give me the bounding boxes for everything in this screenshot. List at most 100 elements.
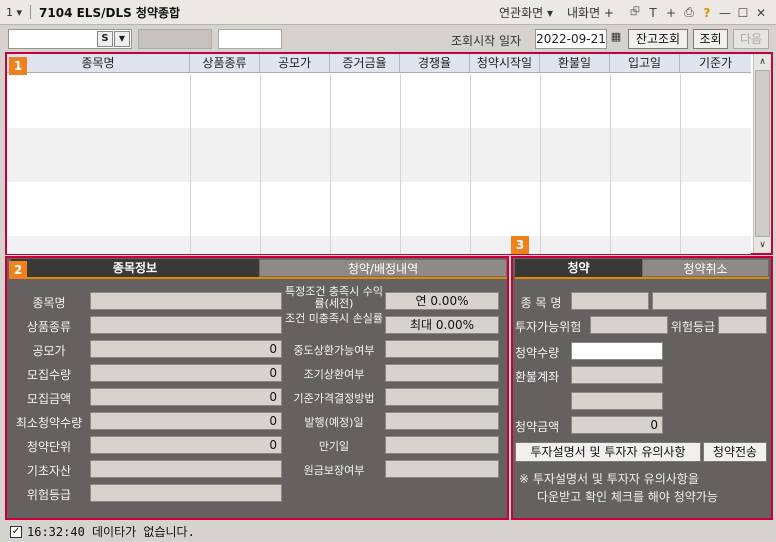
column-divider: [610, 74, 611, 254]
label-order-product-name: 종 목 명: [520, 296, 562, 310]
table-row[interactable]: [7, 128, 751, 182]
value-loss-rate: 최대 0.00%: [385, 316, 499, 334]
col-header-deposit-date[interactable]: 입고일: [610, 54, 680, 72]
stock-code-input[interactable]: S ▼: [8, 29, 132, 49]
product-info-panel: 2 종목정보 청약/배정내역 종목명 상품종류 공모가 0 모집수량 0 모집금…: [5, 256, 509, 520]
minimize-icon[interactable]: —: [718, 6, 732, 20]
value-order-product-code: [571, 292, 649, 310]
tab-subscribe[interactable]: 청약: [515, 259, 642, 277]
text-icon[interactable]: T: [646, 6, 660, 20]
column-divider: [260, 74, 261, 254]
notice-line-1: ※ 투자설명서 및 투자자 유의사항을: [519, 472, 699, 486]
label-target-return: 특정조건 충족시 수익률(세전): [284, 285, 384, 310]
value-base-price-method: [385, 388, 499, 406]
label-underlying-asset: 기초자산: [26, 464, 72, 478]
tab-subscription-history[interactable]: 청약/배정내역: [259, 259, 507, 277]
scroll-thumb[interactable]: [755, 70, 770, 237]
search-s-button[interactable]: S: [97, 31, 113, 47]
value-principal-guarantee: [385, 460, 499, 478]
col-header-name[interactable]: 종목명: [7, 54, 190, 72]
print-icon[interactable]: ⎙: [682, 5, 696, 20]
status-message: 16:32:40 데이타가 없습니다.: [27, 525, 195, 539]
maximize-icon[interactable]: ☐: [736, 6, 750, 20]
value-investable-risk: [590, 316, 668, 334]
help-icon[interactable]: ?: [700, 6, 714, 20]
query-button[interactable]: 조회: [693, 29, 728, 49]
title-bar: 1 ▾ 7104 ELS/DLS 청약종합 연관화면 ▾ 내화면 + ⮺ T +…: [0, 0, 776, 25]
section-badge-3: 3: [511, 236, 529, 254]
info-tabs: 종목정보 청약/배정내역: [11, 259, 507, 279]
col-header-margin-rate[interactable]: 증거금율: [330, 54, 400, 72]
extra-input[interactable]: [218, 29, 282, 49]
column-divider: [540, 74, 541, 254]
section-badge-2: 2: [9, 261, 27, 279]
plus-icon[interactable]: +: [664, 6, 678, 20]
label-investable-risk: 투자가능위험: [515, 320, 582, 334]
title-separator: [30, 5, 32, 19]
table-row[interactable]: [7, 182, 751, 236]
related-screen-link[interactable]: 연관화면 ▾: [499, 4, 553, 21]
value-early-redemption: [385, 364, 499, 382]
scroll-up-icon[interactable]: ∧: [754, 54, 771, 70]
subscription-quantity-input[interactable]: [571, 342, 663, 360]
label-offer-amount: 모집금액: [26, 392, 72, 406]
label-subscription-quantity: 청약수량: [515, 346, 560, 360]
value-subscription-unit: 0: [90, 436, 282, 454]
table-row[interactable]: [7, 236, 751, 254]
my-screen-link[interactable]: 내화면 +: [567, 4, 614, 21]
value-issue-date: [385, 412, 499, 430]
refund-account-name: [571, 392, 663, 410]
label-principal-guarantee: 원금보장여부: [303, 464, 365, 477]
label-subscription-amount: 청약금액: [515, 420, 560, 434]
section-badge-1: 1: [9, 57, 27, 75]
label-subscription-unit: 청약단위: [26, 440, 72, 454]
value-offer-price: 0: [90, 340, 282, 358]
status-bar: ✓ 16:32:40 데이타가 없습니다.: [0, 521, 776, 542]
close-icon[interactable]: ✕: [754, 6, 768, 20]
table-row[interactable]: [7, 74, 751, 128]
prospectus-button[interactable]: 투자설명서 및 투자자 유의사항: [515, 442, 701, 462]
value-order-risk-grade: [718, 316, 767, 334]
window-menu-label[interactable]: 1 ▾: [6, 6, 22, 19]
window-link-icon[interactable]: ⮺: [628, 2, 642, 23]
col-header-refund-date[interactable]: 환불일: [540, 54, 610, 72]
next-button[interactable]: 다음: [733, 29, 769, 49]
window-title: 7104 ELS/DLS 청약종합: [39, 5, 181, 20]
value-min-subscription: 0: [90, 412, 282, 430]
calendar-icon[interactable]: ▦: [609, 30, 623, 48]
refund-account-select[interactable]: [571, 366, 663, 384]
chevron-down-icon[interactable]: ▼: [114, 31, 130, 47]
query-toolbar: S ▼ 조회시작 일자 2022-09-21 ▦ 잔고조회 조회 다음: [0, 26, 776, 52]
notice-line-2: 다운받고 확인 체크를 해야 청약가능: [537, 490, 718, 504]
submit-subscription-button[interactable]: 청약전송: [703, 442, 767, 462]
status-checkbox[interactable]: ✓: [10, 525, 22, 538]
label-loss-rate: 조건 미충족시 손실률: [284, 312, 384, 325]
label-offer-quantity: 모집수량: [26, 368, 72, 382]
col-header-base-price[interactable]: 기준가: [680, 54, 751, 72]
value-order-product-name: [652, 292, 767, 310]
column-divider: [330, 74, 331, 254]
value-subscription-amount: 0: [571, 416, 663, 434]
title-actions: 연관화면 ▾ 내화면 + ⮺ T + ⎙ ? — ☐ ✕: [499, 0, 768, 25]
col-header-start-date[interactable]: 청약시작일: [470, 54, 540, 72]
grid-body[interactable]: [7, 74, 751, 254]
tab-product-info[interactable]: 종목정보: [11, 259, 259, 277]
grid-scrollbar[interactable]: ∧ ∨: [753, 54, 771, 253]
scroll-down-icon[interactable]: ∨: [754, 237, 771, 253]
value-maturity-date: [385, 436, 499, 454]
column-divider: [680, 74, 681, 254]
col-header-competition[interactable]: 경쟁율: [400, 54, 470, 72]
value-underlying-asset: [90, 460, 282, 478]
stock-name-display: [138, 29, 212, 49]
label-base-price-method: 기준가격결정방법: [293, 392, 375, 405]
tab-cancel-subscription[interactable]: 청약취소: [642, 259, 769, 277]
balance-query-button[interactable]: 잔고조회: [628, 29, 688, 49]
subscription-list-grid: 1 종목명 상품종류 공모가 증거금율 경쟁율 청약시작일 환불일 입고일 기준…: [5, 52, 773, 255]
window-menu[interactable]: 1 ▾: [0, 6, 22, 19]
label-offer-price: 공모가: [32, 344, 66, 358]
value-product-name: [90, 292, 282, 310]
start-date-input[interactable]: 2022-09-21: [535, 29, 607, 49]
col-header-type[interactable]: 상품종류: [190, 54, 260, 72]
col-header-offer-price[interactable]: 공모가: [260, 54, 330, 72]
label-early-redemption: 조기상환여부: [303, 368, 365, 381]
